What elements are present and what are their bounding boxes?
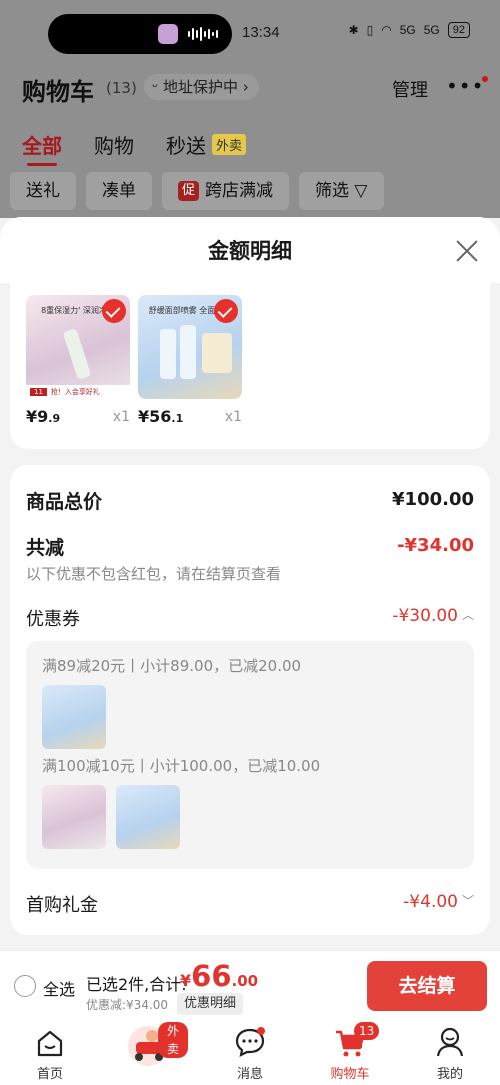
nav-home[interactable]: 首页: [10, 1020, 90, 1082]
reduction-label: 共减: [26, 537, 65, 559]
wifi-icon: ◠: [381, 23, 392, 37]
price-detail-card: 商品总价 ¥100.00 共减 -¥34.00 以下优惠不包含红包，请在结算页查…: [10, 465, 490, 935]
first-gift-label: 首购礼金: [26, 895, 98, 916]
reduction-note: 以下优惠不包含红包，请在结算页查看: [26, 565, 282, 583]
total-value: ¥100.00: [392, 489, 474, 510]
home-icon: [37, 1030, 63, 1057]
signal-label-2: 5G: [423, 23, 440, 37]
filter-label: 筛选: [315, 181, 350, 201]
first-gift-toggle[interactable]: -¥4.00 ﹀: [403, 892, 474, 912]
filter-chips: 送礼 凑单 促跨店满减 筛选 ▽: [10, 172, 384, 210]
promo-tag: 促: [178, 181, 200, 201]
check-icon: [214, 299, 238, 323]
reduction-value: -¥34.00: [397, 535, 474, 556]
waimai-badge: 外卖: [158, 1022, 188, 1058]
tab-label: 秒送: [166, 134, 206, 158]
cart-tabs: 全部 购物 秒送 外卖: [22, 130, 247, 166]
select-all-radio[interactable]: [14, 975, 36, 997]
checkout-bar: 全选 已选2件,合计: ¥66.00 优惠减:¥34.00 优惠明细 去结算: [0, 950, 500, 1020]
coupon-rule: 满100减10元丨小计100.00，已减10.00: [42, 757, 321, 775]
nav-delivery[interactable]: 外卖: [108, 1020, 188, 1066]
selected-good[interactable]: 舒缓面部喷雾 全面提亮 ¥56.1 x1: [138, 295, 242, 427]
filter-icon: ▽: [354, 181, 368, 201]
tab-shopping[interactable]: 购物: [94, 130, 134, 166]
first-gift-value: -¥4.00: [403, 892, 458, 912]
bottom-nav: 首页 外卖 消息 13 购物车 我的: [0, 1020, 500, 1085]
address-protect-label: 地址保护中: [162, 78, 238, 96]
tab-all[interactable]: 全部: [22, 130, 62, 166]
manage-button[interactable]: 管理: [392, 76, 428, 102]
waimai-badge: 外卖: [212, 134, 247, 155]
cart-count: (13): [106, 79, 137, 97]
close-icon[interactable]: [456, 239, 478, 261]
chevron-right-icon: ›: [238, 78, 249, 96]
vibrate-icon: ▯: [366, 23, 374, 37]
filter-label: 跨店满减: [205, 181, 274, 201]
coupon-product-thumb: [116, 785, 180, 849]
check-icon: [102, 299, 126, 323]
filter-gift[interactable]: 送礼: [10, 172, 76, 210]
tab-label: 全部: [22, 134, 62, 158]
selected-goods-card: 8重保湿力' 深润净颜 11 抢！入会享好礼 ¥9.9 x1 舒缓面部喷雾 全面提…: [10, 283, 490, 449]
amount-detail-sheet: 金额明细 8重保湿力' 深润净颜 11 抢！入会享好礼 ¥9.9 x1 舒缓面部喷…: [0, 217, 500, 950]
checkout-total: ¥66.00: [180, 959, 259, 993]
product-qty: x1: [112, 409, 130, 425]
product-image-spray: 舒缓面部喷雾 全面提亮: [138, 295, 242, 399]
music-app-icon: [158, 24, 178, 44]
coupon-label: 优惠券: [26, 609, 80, 630]
filter-cross-store[interactable]: 促跨店满减: [162, 172, 290, 210]
battery-icon: 92: [447, 22, 470, 38]
selected-count: 已选2件,合计:: [86, 975, 187, 994]
coupon-product-thumb: [42, 785, 106, 849]
cart-count-badge: 13: [354, 1022, 380, 1040]
selected-good[interactable]: 8重保湿力' 深润净颜 11 抢！入会享好礼 ¥9.9 x1: [26, 295, 130, 427]
tab-express[interactable]: 秒送 外卖: [166, 130, 247, 166]
more-icon[interactable]: •••: [446, 74, 489, 98]
chevron-down-icon: ﹀: [461, 894, 474, 908]
sheet-title: 金额明细: [208, 239, 292, 263]
signal-label-1: 5G: [399, 23, 416, 37]
address-protect-button[interactable]: ᵕ 地址保护中 ›: [144, 74, 259, 100]
nav-label: 购物车: [330, 1067, 370, 1082]
audio-wave-icon: [188, 26, 224, 42]
filter-button[interactable]: 筛选 ▽: [299, 172, 384, 210]
total-label: 商品总价: [26, 491, 103, 513]
nav-label: 首页: [36, 1067, 63, 1082]
product-price: ¥9.9: [26, 407, 61, 426]
checkout-button[interactable]: 去结算: [367, 961, 487, 1011]
nav-profile[interactable]: 我的: [410, 1020, 490, 1082]
coupon-toggle[interactable]: -¥30.00 ︿: [392, 606, 474, 626]
chevron-up-icon: ︿: [461, 608, 474, 622]
product-image-cleanser: 8重保湿力' 深润净颜 11 抢！入会享好礼: [26, 295, 130, 399]
cart-header: 购物车 (13) ᵕ 地址保护中 › 管理 ••• 全部 购物 秒送 外卖 送礼 …: [0, 64, 500, 218]
status-time: 13:34: [242, 24, 280, 41]
product-qty: x1: [224, 409, 242, 425]
nav-messages[interactable]: 消息: [210, 1020, 290, 1082]
filter-bundle[interactable]: 凑单: [86, 172, 152, 210]
discount-detail-button[interactable]: 优惠明细: [177, 993, 244, 1015]
select-all-label[interactable]: 全选: [43, 976, 75, 1000]
coupon-rule: 满89减20元丨小计89.00，已减20.00: [42, 657, 302, 675]
product-price: ¥56.1: [138, 407, 184, 426]
coupon-product-thumb: [42, 685, 106, 749]
status-icons: ✱ ▯ ◠ 5G 5G 92: [349, 22, 470, 38]
tab-label: 购物: [94, 134, 134, 158]
coupon-value: -¥30.00: [392, 606, 458, 626]
nav-label: 消息: [236, 1067, 263, 1082]
nav-label: 我的: [436, 1067, 463, 1082]
message-icon: [235, 1027, 265, 1057]
bluetooth-icon: ✱: [348, 23, 359, 37]
shield-icon: ᵕ: [152, 78, 163, 96]
coupon-breakdown: 满89减20元丨小计89.00，已减20.00 满100减10元丨小计100.0…: [26, 641, 474, 869]
profile-icon: [436, 1027, 464, 1057]
dynamic-island: [48, 14, 232, 54]
sheet-header: 金额明细: [0, 217, 500, 283]
page-title: 购物车: [22, 78, 94, 106]
nav-cart[interactable]: 13 购物车: [310, 1020, 390, 1082]
discount-text: 优惠减:¥34.00: [86, 998, 169, 1012]
status-bar: 13:34 ✱ ▯ ◠ 5G 5G 92: [0, 0, 500, 64]
product-promo-strip: 11 抢！入会享好礼: [26, 385, 130, 399]
